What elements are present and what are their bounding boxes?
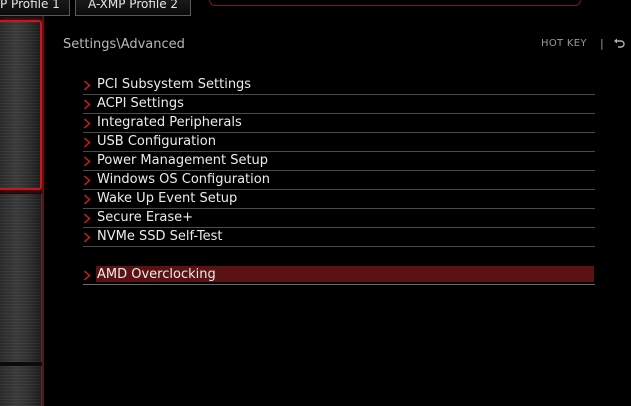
chevron-right-icon	[83, 99, 91, 110]
sidebar-item-mflash[interactable]	[0, 366, 42, 406]
menu-item-wake-up-event-setup[interactable]: Wake Up Event Setup	[83, 190, 595, 209]
menu-item-label: AMD Overclocking	[97, 267, 216, 282]
hotkey-button[interactable]: HOT KEY	[541, 38, 587, 49]
menu-item-amd-overclocking[interactable]: AMD Overclocking	[83, 266, 595, 285]
tab-axmp-profile-2[interactable]: A-XMP Profile 2	[75, 0, 191, 16]
menu-item-label: PCI Subsystem Settings	[97, 77, 252, 92]
chevron-right-icon	[83, 80, 91, 91]
menu-item-label: ACPI Settings	[97, 96, 184, 111]
menu-spacer	[83, 247, 595, 266]
menu-item-label: USB Configuration	[97, 134, 216, 149]
chevron-right-icon	[83, 118, 91, 129]
menu-item-label: Secure Erase+	[97, 210, 194, 225]
menu-item-label: NVMe SSD Self-Test	[97, 229, 223, 244]
menu-item-windows-os-configuration[interactable]: Windows OS Configuration	[83, 171, 595, 190]
chevron-right-icon	[83, 270, 91, 281]
sidebar-item-oc[interactable]	[0, 194, 42, 362]
chevron-right-icon	[83, 156, 91, 167]
menu-item-power-management-setup[interactable]: Power Management Setup	[83, 152, 595, 171]
left-sidebar	[0, 16, 44, 406]
chevron-right-icon	[83, 137, 91, 148]
menu-item-secure-erase[interactable]: Secure Erase+	[83, 209, 595, 228]
menu-item-label: Wake Up Event Setup	[97, 191, 238, 206]
hotkey-separator: |	[600, 37, 604, 50]
chevron-right-icon	[83, 213, 91, 224]
chevron-right-icon	[83, 194, 91, 205]
tab-axmp-profile-2-label: A-XMP Profile 2	[88, 0, 179, 11]
tab-profile-1-label: P Profile 1	[0, 0, 60, 11]
menu-item-label: Power Management Setup	[97, 153, 269, 168]
breadcrumb: Settings\Advanced	[63, 37, 185, 52]
bios-advanced-screen: P Profile 1 A-XMP Profile 2 Settings\Adv…	[0, 0, 631, 406]
advanced-menu: PCI Subsystem Settings ACPI Settings Int…	[83, 76, 595, 285]
sidebar-divider	[42, 16, 44, 406]
top-frame-accent	[209, 0, 581, 6]
tab-profile-1[interactable]: P Profile 1	[0, 0, 70, 16]
menu-item-acpi-settings[interactable]: ACPI Settings	[83, 95, 595, 114]
chevron-right-icon	[83, 232, 91, 243]
sidebar-item-settings[interactable]	[0, 20, 42, 190]
menu-item-integrated-peripherals[interactable]: Integrated Peripherals	[83, 114, 595, 133]
menu-item-label: Windows OS Configuration	[97, 172, 270, 187]
menu-item-usb-configuration[interactable]: USB Configuration	[83, 133, 595, 152]
menu-item-nvme-ssd-self-test[interactable]: NVMe SSD Self-Test	[83, 228, 595, 247]
chevron-right-icon	[83, 175, 91, 186]
menu-item-pci-subsystem-settings[interactable]: PCI Subsystem Settings	[83, 76, 595, 95]
menu-item-label: Integrated Peripherals	[97, 115, 242, 130]
back-arrow-icon[interactable]	[613, 37, 625, 49]
